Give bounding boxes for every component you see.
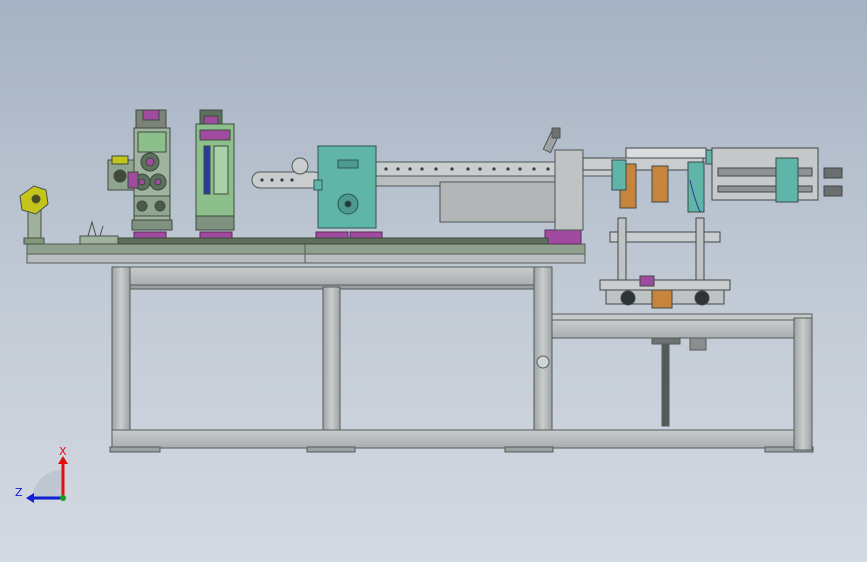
beam-bolt-hole — [466, 167, 470, 171]
beam-bolt-hole — [532, 167, 536, 171]
slide-table — [711, 147, 843, 203]
coordinate-triad: X Z — [15, 445, 68, 503]
beam-bolt-hole — [546, 167, 550, 171]
beam-bolt-hole — [384, 167, 388, 171]
beam-bolt-hole — [290, 178, 294, 182]
axis-x-label: X — [59, 445, 67, 458]
beam-bolt-hole — [396, 167, 400, 171]
foot-2 — [306, 446, 356, 453]
beam-bolt-hole — [420, 167, 424, 171]
beam-bolt-hole — [478, 167, 482, 171]
base-rail — [117, 237, 549, 245]
beam-bolt-hole — [450, 167, 454, 171]
axis-z-arrow-icon — [26, 493, 34, 503]
frame-top-rail — [111, 266, 553, 286]
vertical-shaft — [661, 337, 670, 427]
beam-bolt-hole — [506, 167, 510, 171]
small-bracket — [79, 220, 119, 245]
table-top-edge — [26, 253, 586, 264]
beam-bolt-hole — [408, 167, 412, 171]
beam-bolt-hole — [260, 178, 264, 182]
beam-bolt-hole — [270, 178, 274, 182]
right-frame-top-rail — [551, 319, 813, 339]
axis-y-dot — [60, 495, 66, 501]
axis-z-label: Z — [15, 486, 23, 499]
foot-3 — [504, 446, 554, 453]
frame-leg-left — [111, 266, 131, 452]
transfer-gripper — [582, 147, 721, 213]
frame-leg-middle — [322, 286, 341, 431]
frame-knob — [536, 355, 550, 369]
right-frame-leg — [793, 317, 813, 451]
cover-block — [439, 181, 557, 223]
beam-bolt-hole — [518, 167, 522, 171]
lift-mechanism — [599, 217, 731, 309]
machine-assembly-drawing[interactable]: X Z — [0, 0, 867, 562]
triad-plane — [32, 470, 62, 500]
cutting-head — [313, 145, 377, 229]
foot-1 — [109, 446, 161, 453]
table-top-plate — [26, 243, 586, 255]
sensor-post — [19, 185, 49, 245]
beam-bolt-hole — [492, 167, 496, 171]
cad-viewport[interactable]: X Z — [0, 0, 867, 562]
beam-bolt-hole — [434, 167, 438, 171]
beam-bolt-hole — [280, 178, 284, 182]
feeding-unit — [195, 109, 235, 231]
straightener-unit — [107, 109, 173, 231]
frame-bottom-rail — [111, 429, 813, 449]
